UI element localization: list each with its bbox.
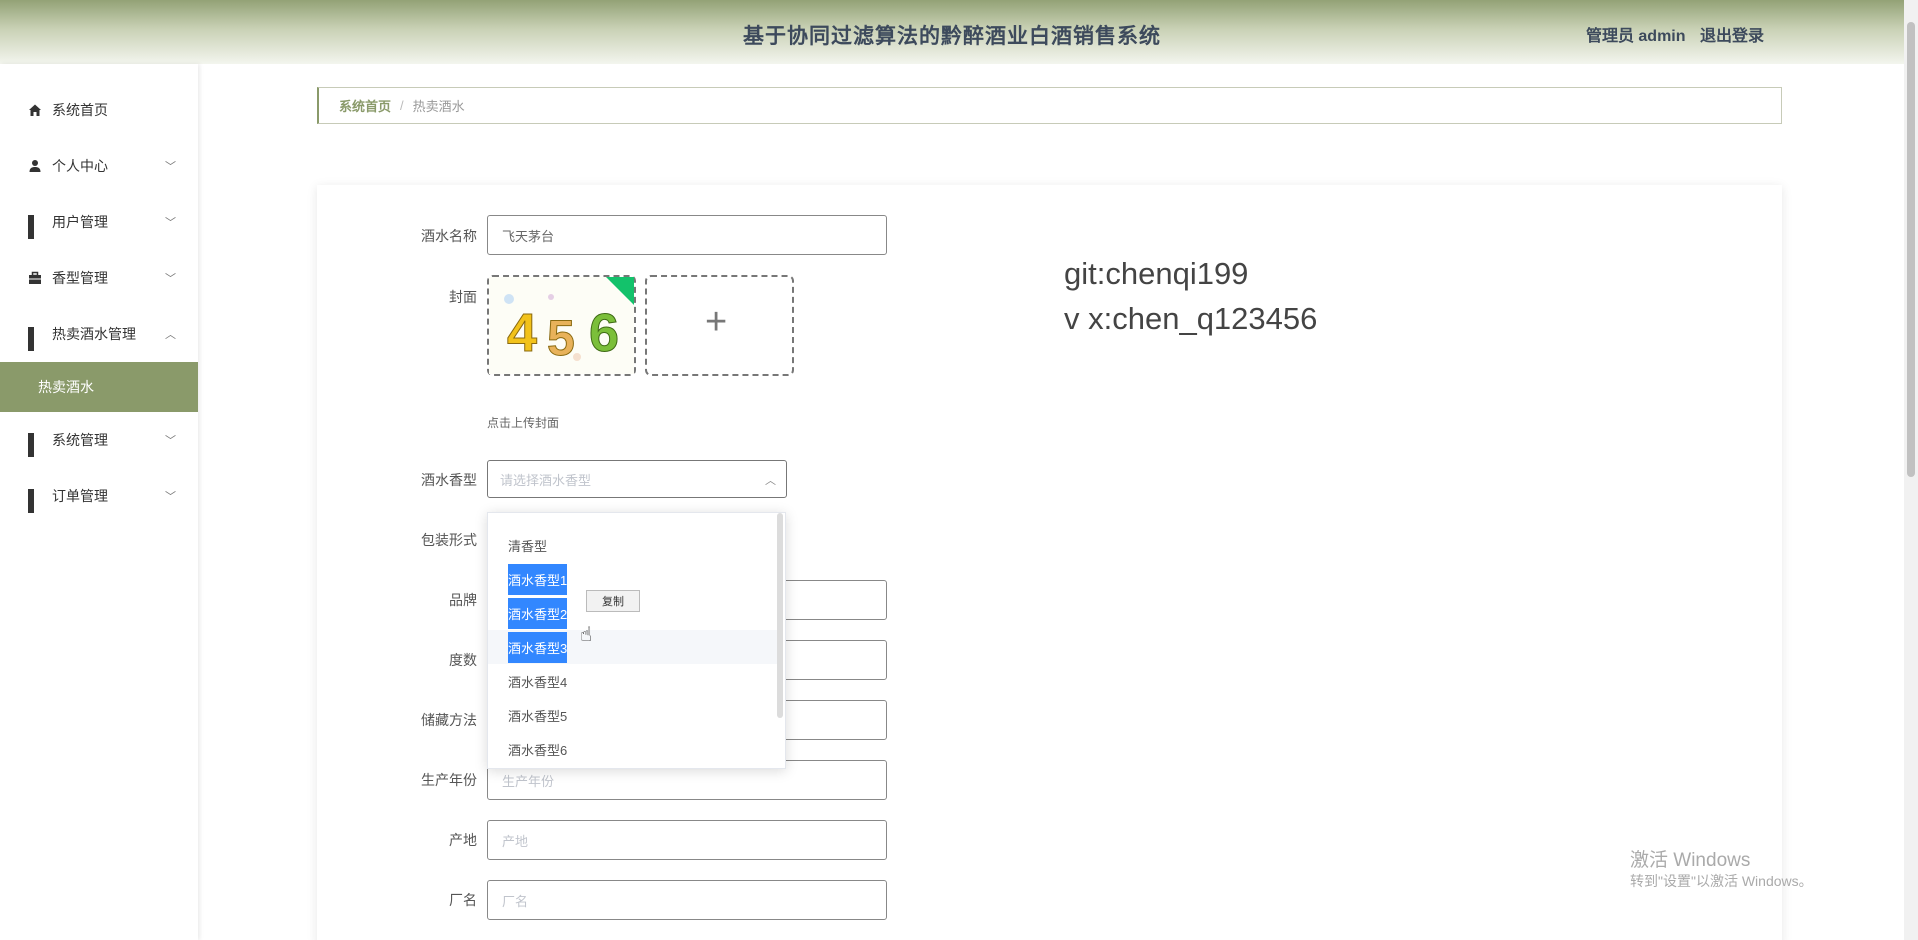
aroma-option[interactable]: 酒水香型4 [488,664,778,698]
aroma-option-label: 酒水香型1 [508,563,568,595]
aroma-option-label: 酒水香型2 [508,597,568,629]
sidebar-subitem-hot-drinks[interactable]: 热卖酒水 [0,362,198,412]
chevron-down-icon: ﹀ [165,491,176,503]
chevron-up-icon: ︿ [165,329,176,341]
aroma-select-placeholder: 请选择酒水香型 [500,472,592,488]
aroma-option-label: 酒水香型6 [508,742,568,758]
sidebar-item-aroma[interactable]: 香型管理 ﹀ [0,250,198,306]
home-icon [28,103,42,117]
aroma-option[interactable]: 酒水香型3 [488,630,778,664]
cover-digit: 6 [589,303,619,363]
package-label: 包装形式 [421,532,477,548]
sidebar-item-label: 香型管理 [52,270,108,286]
sidebar-item-label: 热卖酒水 [38,379,94,395]
chevron-down-icon: ﹀ [165,435,176,447]
cover-upload-hint: 点击上传封面 [487,416,560,430]
cover-digit: 5 [547,310,575,366]
name-label: 酒水名称 [421,228,477,244]
chevron-down-icon: ﹀ [165,217,176,229]
chevron-down-icon: ﹀ [165,273,176,285]
sidebar: 系统首页 个人中心 ﹀ 用户管理 ﹀ 香型管理 ﹀ 热卖酒水管理 ︿ 热卖酒水 … [0,64,198,940]
watermark-line-2: v x:chen_q123456 [1064,301,1318,336]
year-label: 生产年份 [421,772,477,788]
scrollbar-thumb[interactable] [1907,22,1915,477]
briefcase-icon [28,271,42,285]
breadcrumb-home[interactable]: 系统首页 [339,96,391,115]
cover-digit: 4 [507,303,537,363]
sidebar-item-users[interactable]: 用户管理 ﹀ [0,194,198,250]
grid-icon [28,489,42,513]
plus-icon: + [705,301,728,343]
aroma-option-label: 清香型 [508,538,548,554]
sidebar-item-orders[interactable]: 订单管理 ﹀ [0,468,198,524]
cover-image-preview[interactable]: 4 5 6 [487,275,636,376]
aroma-dropdown: 清香型 酒水香型1 酒水香型2 酒水香型3 酒水香型4 酒水香型5 酒水香型6 [487,512,786,769]
chevron-down-icon: ﹀ [165,161,176,173]
grid-icon [28,327,42,351]
sidebar-item-system[interactable]: 系统管理 ﹀ [0,412,198,468]
aroma-option[interactable]: 酒水香型6 [488,732,778,766]
breadcrumb-current: 热卖酒水 [412,99,465,114]
dropdown-scrollbar[interactable] [777,513,783,718]
sidebar-item-label: 个人中心 [52,158,108,174]
name-input[interactable]: 飞天茅台 [487,215,887,255]
storage-label: 储藏方法 [421,712,477,728]
brand-label: 品牌 [449,592,477,608]
sidebar-item-label: 热卖酒水管理 [52,326,136,342]
aroma-option-label: 酒水香型4 [508,674,568,690]
origin-input[interactable]: 产地 [487,820,887,860]
factory-label: 厂名 [449,892,477,908]
hand-cursor-icon: ☝ [580,624,593,646]
origin-label: 产地 [449,832,477,848]
cover-label: 封面 [449,289,477,305]
aroma-select[interactable]: 请选择酒水香型 ︿ [487,460,787,498]
aroma-option-label: 酒水香型3 [508,631,568,663]
top-header: 基于协同过滤算法的黔醉酒业白酒销售系统 管理员 admin 退出登录 [0,0,1904,64]
aroma-option[interactable]: 酒水香型5 [488,698,778,732]
sidebar-item-label: 订单管理 [52,488,108,504]
sidebar-item-home[interactable]: 系统首页 [0,82,198,138]
cover-thumbnail-image: 4 5 6 [489,277,634,374]
upload-cover-button[interactable]: + [645,275,794,376]
grid-icon [28,433,42,457]
chevron-up-icon: ︿ [765,475,776,487]
grid-icon [28,215,42,239]
sidebar-item-label: 系统管理 [52,432,108,448]
header-user-area: 管理员 admin 退出登录 [1586,22,1764,46]
aroma-option-label: 酒水香型5 [508,708,568,724]
windows-activation-hint: 转到"设置"以激活 Windows。 [1630,873,1813,889]
factory-input[interactable]: 厂名 [487,880,887,920]
current-user: 管理员 admin [1585,28,1686,45]
aroma-label: 酒水香型 [421,472,477,488]
sidebar-item-profile[interactable]: 个人中心 ﹀ [0,138,198,194]
breadcrumb-separator: / [400,98,404,113]
sidebar-item-label: 用户管理 [52,214,108,230]
degree-label: 度数 [449,652,477,668]
logout-link[interactable]: 退出登录 [1700,28,1764,45]
page-scrollbar[interactable] [1904,0,1918,940]
watermark-line-1: git:chenqi199 [1064,256,1249,291]
aroma-option[interactable]: 清香型 [488,528,778,562]
breadcrumb: 系统首页 / 热卖酒水 [317,87,1782,124]
copy-button[interactable]: 复制 [586,590,640,612]
windows-activation-title: 激活 Windows [1630,850,1751,871]
sidebar-item-hot-drinks[interactable]: 热卖酒水管理 ︿ [0,306,198,362]
user-icon [28,159,42,173]
sidebar-item-label: 系统首页 [52,102,108,118]
